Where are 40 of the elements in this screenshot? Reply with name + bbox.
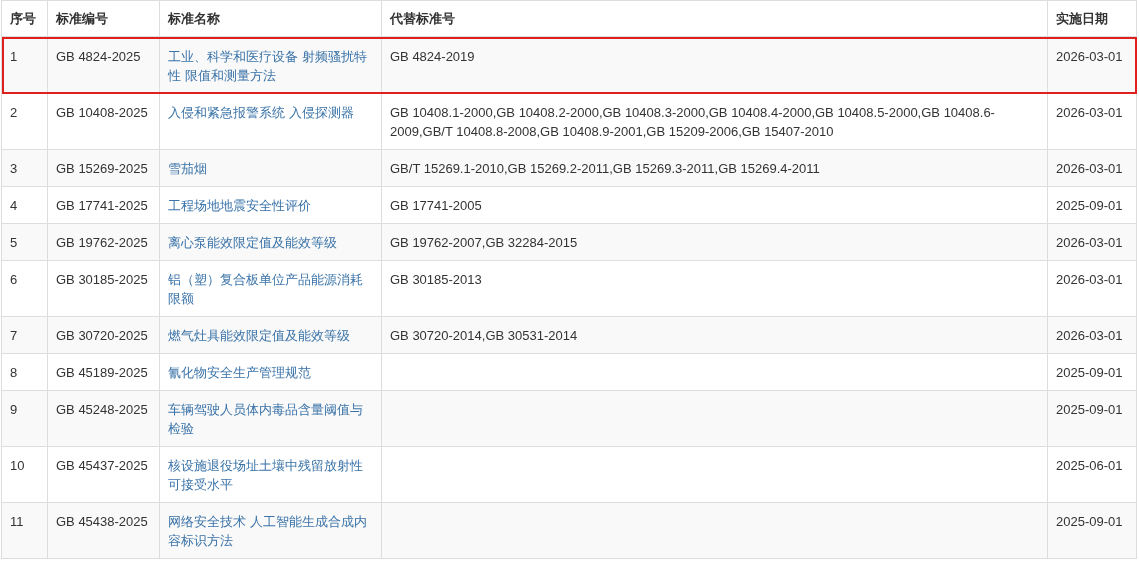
table-cell: 10 — [10, 458, 25, 473]
table-cell: 5 — [10, 235, 18, 250]
table-cell: 2026-03-01 — [1056, 272, 1123, 287]
table-cell: GB/T 15269.1-2010,GB 15269.2-2011,GB 15269.3-2011,GB 15269.4-2011 — [390, 161, 820, 176]
table-cell: GB 45189-2025 — [56, 365, 148, 380]
table-cell: 2025-09-01 — [1056, 198, 1123, 213]
table-cell: GB 19762-2025 — [56, 235, 148, 250]
table-cell: GB 17741-2005 — [390, 198, 482, 213]
table-cell: GB 30185-2025 — [56, 272, 148, 287]
table-cell: GB 4824-2019 — [390, 49, 475, 64]
table-cell: GB 10408.1-2000,GB 10408.2-2000,GB 10408.3-2000,GB 10408.4-2000,GB 10408.5-2000,GB 10408.6-2009,GB/T 10408.8-2008,GB 10408.9-2001,GB 15209-2006,GB 15407-2010 — [390, 105, 995, 139]
table-cell: 2026-03-01 — [1056, 161, 1123, 176]
table-cell: 9 — [10, 402, 18, 417]
table-cell: 8 — [10, 365, 18, 380]
table-cell: 1 — [10, 49, 18, 64]
table-cell: 3 — [10, 161, 18, 176]
table-cell: 2026-03-01 — [1056, 49, 1123, 64]
table-cell: 2026-03-01 — [1056, 235, 1123, 250]
table-cell: 6 — [10, 272, 18, 287]
table-cell: GB 45438-2025 — [56, 514, 148, 529]
table-cell: GB 30720-2025 — [56, 328, 148, 343]
table-cell: GB 19762-2007,GB 32284-2015 — [390, 235, 578, 250]
table-cell: GB 30185-2013 — [390, 272, 482, 287]
table-cell: 11 — [10, 514, 24, 529]
table-cell: GB 10408-2025 — [56, 105, 148, 120]
table-cell: 7 — [10, 328, 18, 343]
table-cell: 2025-09-01 — [1056, 365, 1123, 380]
table-cell: GB 17741-2025 — [56, 198, 148, 213]
table-cell: 2026-03-01 — [1056, 328, 1123, 343]
table-cell: GB 15269-2025 — [56, 161, 148, 176]
table-cell: 2 — [10, 105, 18, 120]
table-cell: GB 30720-2014,GB 30531-2014 — [390, 328, 578, 343]
table-cell: GB 45437-2025 — [56, 458, 148, 473]
table-cell: GB 45248-2025 — [56, 402, 148, 417]
table-cell: 2026-03-01 — [1056, 105, 1123, 120]
table-cell: 4 — [10, 198, 18, 213]
table-cell: 2025-09-01 — [1056, 514, 1123, 529]
table-cell: 2025-06-01 — [1056, 458, 1123, 473]
table-cell: GB 4824-2025 — [56, 49, 141, 64]
table-cell: 2025-09-01 — [1056, 402, 1123, 417]
